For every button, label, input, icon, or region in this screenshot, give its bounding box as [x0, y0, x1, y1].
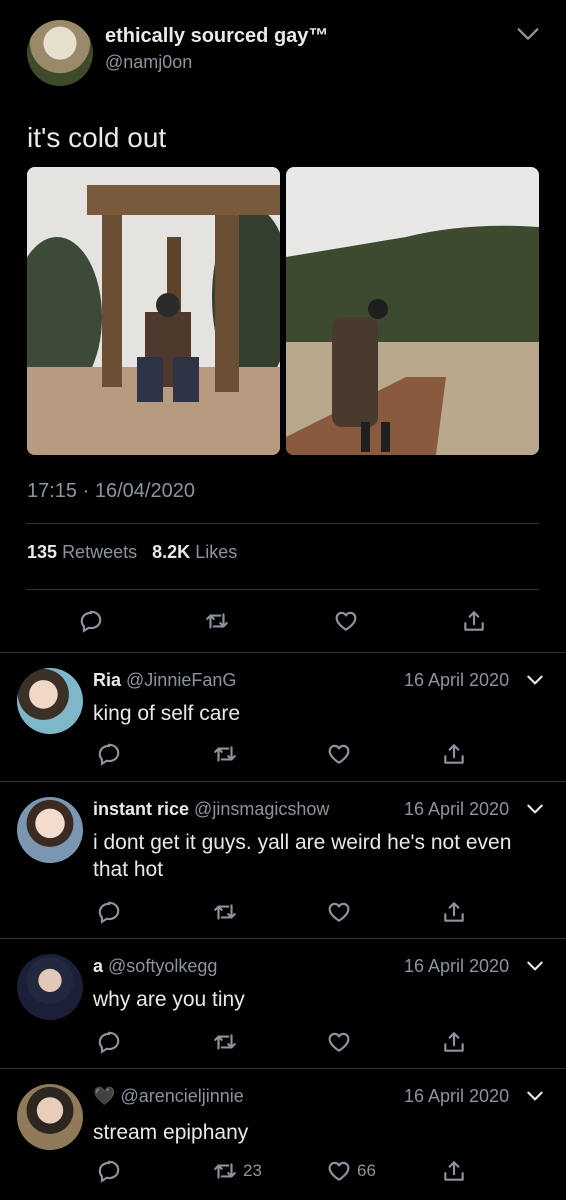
reply-header: 🖤 @arencieljinnie: [93, 1086, 244, 1107]
retweets-stat[interactable]: 135 Retweets: [27, 542, 142, 562]
reply-item[interactable]: instant rice @jinsmagicshow 16 April 202…: [0, 782, 566, 937]
tweet-timestamp: 17:15 · 16/04/2020: [27, 480, 195, 503]
retweets-label: Retweets: [62, 542, 138, 562]
share-icon[interactable]: [441, 1029, 467, 1055]
share-icon[interactable]: [461, 608, 487, 634]
reply-handle[interactable]: @jinsmagicshow: [194, 799, 329, 819]
reply-item[interactable]: Ria @JinnieFanG 16 April 2020 king of se…: [0, 653, 566, 780]
reply-text: stream epiphany: [93, 1121, 249, 1144]
reply-text: king of self care: [93, 702, 241, 725]
reply-icon[interactable]: [78, 608, 104, 634]
reply-icon[interactable]: [96, 1158, 122, 1184]
retweet-icon[interactable]: [204, 608, 230, 634]
retweet-count: 23: [243, 1161, 262, 1180]
reply-date: 16 April 2020: [404, 799, 510, 819]
chevron-down-icon[interactable]: [525, 956, 545, 976]
reply-name[interactable]: Ria: [93, 670, 121, 690]
share-icon[interactable]: [441, 741, 467, 767]
retweet-icon[interactable]: [212, 1158, 238, 1184]
reply-item[interactable]: a @softyolkegg 16 April 2020 why are you…: [0, 939, 566, 1067]
author-handle[interactable]: @namj0on: [105, 52, 192, 73]
reply-text: i dont get it guys. yall are weird he's …: [93, 831, 512, 881]
author-name[interactable]: ethically sourced gay™: [105, 25, 328, 48]
reply-header: a @softyolkegg: [93, 956, 217, 977]
chevron-down-icon[interactable]: [514, 20, 542, 48]
avatar[interactable]: [17, 1084, 83, 1150]
avatar[interactable]: [17, 668, 83, 734]
divider: [26, 523, 539, 524]
likes-stat[interactable]: 8.2K Likes: [152, 542, 237, 562]
retweets-count: 135: [27, 542, 58, 562]
author-avatar[interactable]: [27, 20, 93, 86]
reply-icon[interactable]: [96, 899, 122, 925]
reply-header: Ria @JinnieFanG: [93, 670, 236, 691]
tweet-stats: 135 Retweets 8.2K Likes: [27, 542, 237, 563]
chevron-down-icon[interactable]: [525, 799, 545, 819]
like-icon[interactable]: [326, 899, 352, 925]
likes-label: Likes: [195, 542, 238, 562]
reply-name[interactable]: a: [93, 956, 103, 976]
reply-icon[interactable]: [96, 1029, 122, 1055]
likes-count: 8.2K: [152, 542, 191, 562]
chevron-down-icon[interactable]: [525, 670, 545, 690]
retweet-icon[interactable]: [212, 1029, 238, 1055]
tweet-time: 17:15: [27, 480, 78, 502]
chevron-down-icon[interactable]: [525, 1086, 545, 1106]
separator-dot: ·: [82, 480, 95, 502]
tweet-text: it's cold out: [27, 122, 167, 153]
like-count: 66: [357, 1161, 376, 1180]
tweet-date: 16/04/2020: [94, 480, 195, 502]
reply-date: 16 April 2020: [404, 670, 510, 690]
avatar[interactable]: [17, 954, 83, 1020]
reply-handle[interactable]: @arencieljinnie: [120, 1086, 243, 1106]
reply-handle[interactable]: @JinnieFanG: [126, 670, 236, 690]
retweet-icon[interactable]: [212, 899, 238, 925]
reply-handle[interactable]: @softyolkegg: [108, 956, 217, 976]
share-icon[interactable]: [441, 1158, 467, 1184]
tweet-photo-1[interactable]: [27, 167, 280, 455]
retweet-icon[interactable]: [212, 741, 238, 767]
reply-name[interactable]: instant rice: [93, 799, 189, 819]
like-icon[interactable]: [326, 1029, 352, 1055]
reply-name[interactable]: 🖤: [93, 1086, 115, 1106]
divider: [26, 589, 539, 590]
like-icon[interactable]: [326, 741, 352, 767]
reply-header: instant rice @jinsmagicshow: [93, 799, 329, 820]
reply-text: why are you tiny: [93, 988, 245, 1011]
reply-date: 16 April 2020: [404, 956, 510, 976]
share-icon[interactable]: [441, 899, 467, 925]
reply-icon[interactable]: [96, 741, 122, 767]
avatar[interactable]: [17, 797, 83, 863]
tweet-photo-2[interactable]: [286, 167, 539, 455]
reply-item[interactable]: 🖤 @arencieljinnie 16 April 2020 stream e…: [0, 1069, 566, 1200]
like-icon[interactable]: [333, 608, 359, 634]
reply-date: 16 April 2020: [404, 1086, 510, 1106]
like-icon[interactable]: [326, 1158, 352, 1184]
